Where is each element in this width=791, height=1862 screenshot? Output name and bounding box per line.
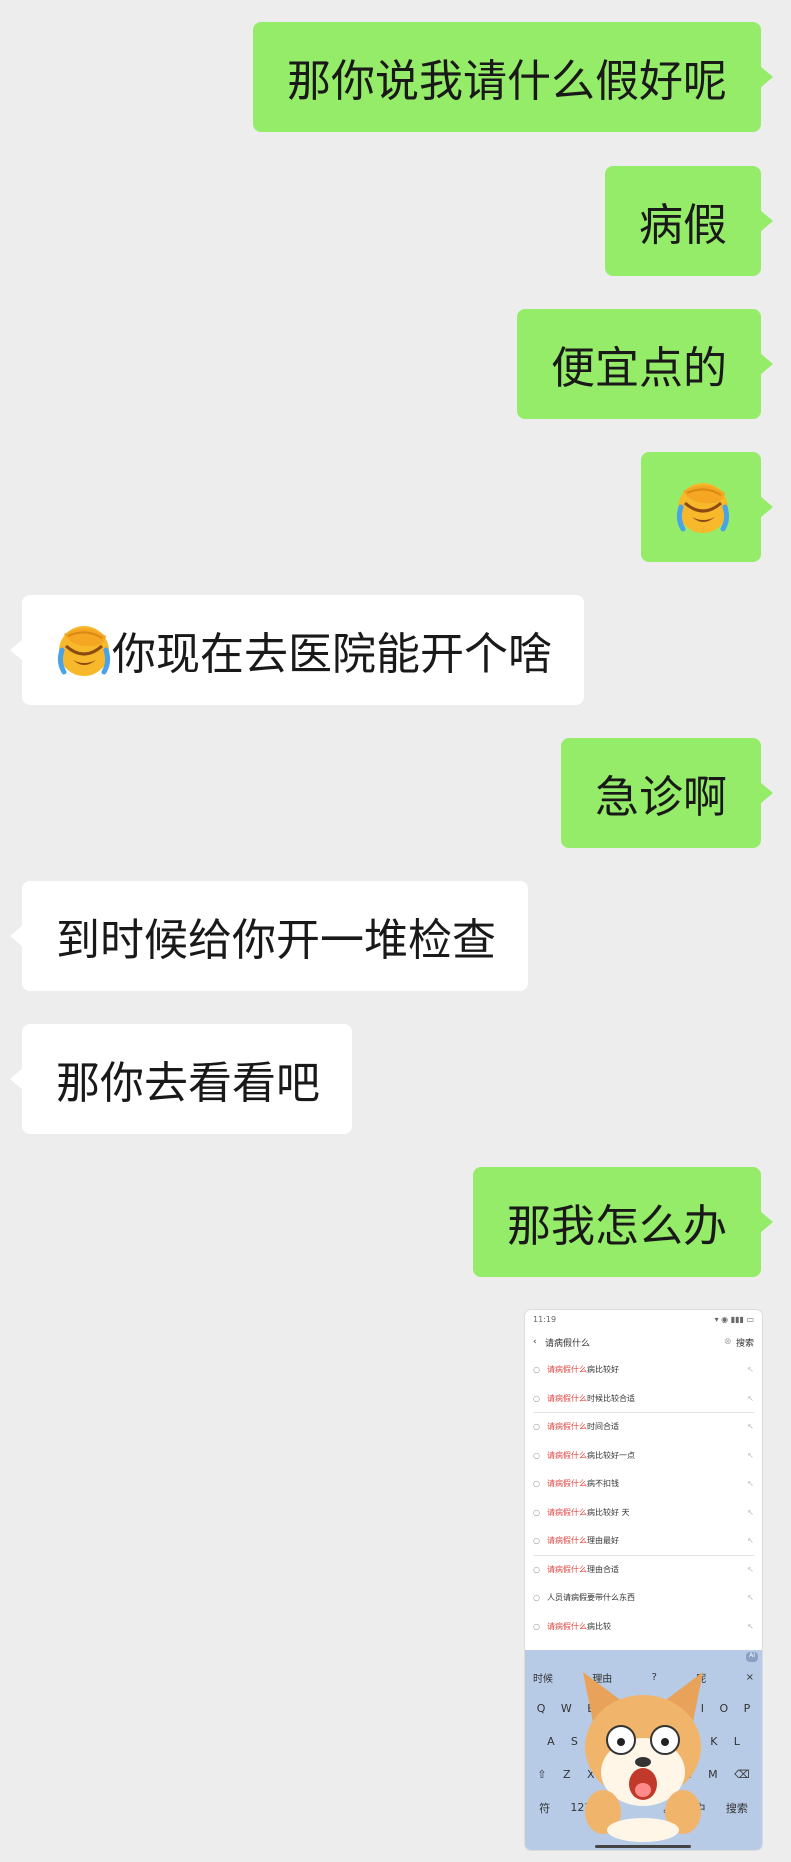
search-icon: ○ — [533, 1365, 540, 1375]
message-text: 到时候给你开一堆检查 — [56, 915, 496, 966]
list-item: ○ 请病假什么理由最好 ↖ — [533, 1527, 754, 1556]
arrow-icon: ↖ — [747, 1564, 754, 1574]
suggestion-text: 病比较好一点 — [587, 1450, 635, 1460]
suggestion-highlight: 请病假什么 — [547, 1621, 587, 1631]
search-icon: ○ — [533, 1536, 540, 1546]
arrow-icon: ↖ — [747, 1507, 754, 1517]
search-icon: ○ — [533, 1564, 540, 1574]
search-icon: ○ — [533, 1507, 540, 1517]
phone-keyboard: AI 时候 理由 ? 呢 × Q W E R T Y U I O P A — [525, 1650, 762, 1850]
keyboard-badge: AI — [746, 1652, 758, 1662]
list-item: ○ 请病假什么病比较好一点 ↖ — [533, 1442, 754, 1471]
suggestion-highlight: 请病假什么 — [547, 1422, 587, 1432]
message-bubble-sent[interactable]: 病假 — [605, 166, 773, 276]
message-text: 急诊啊 — [595, 772, 727, 823]
list-item: ○ 请病假什么时候比较合适 ↖ — [533, 1385, 754, 1413]
suggestion-highlight: 请病假什么 — [547, 1564, 587, 1574]
back-icon: ‹ — [533, 1337, 537, 1347]
suggestion-text: 病比较好 — [587, 1365, 619, 1375]
key: L — [733, 1735, 740, 1748]
message-bubble-sent[interactable] — [641, 452, 773, 562]
suggestion-text: 理由合适 — [587, 1564, 619, 1574]
message-bubble-received[interactable]: 到时候给你开一堆检查 — [10, 881, 528, 991]
message-text: 你现在去医院能开个啥 — [112, 629, 552, 680]
search-icon: ○ — [533, 1450, 540, 1460]
list-item: ○ 请病假什么理由合适 ↖ — [533, 1556, 754, 1585]
message-text: 病假 — [639, 200, 727, 251]
search-icon: ○ — [533, 1621, 540, 1631]
arrow-icon: ↖ — [747, 1393, 754, 1403]
shocked-dog-sticker-icon — [563, 1662, 723, 1842]
facepalm-emoji-icon — [56, 622, 112, 678]
suggestion-text: 理由最好 — [587, 1536, 619, 1546]
search-icon: ○ — [533, 1479, 540, 1489]
key: A — [547, 1735, 555, 1748]
shift-icon: ⇧ — [537, 1768, 547, 1781]
arrow-icon: ↖ — [747, 1450, 754, 1460]
arrow-icon: ↖ — [747, 1365, 754, 1375]
suggestion-highlight: 请病假什么 — [547, 1365, 587, 1375]
arrow-icon: ↖ — [747, 1593, 754, 1603]
suggestion-text: 病比较好 天 — [587, 1507, 630, 1517]
backspace-icon: ⌫ — [734, 1768, 750, 1781]
suggestion-highlight: 请病假什么 — [547, 1507, 587, 1517]
arrow-icon: ↖ — [747, 1479, 754, 1489]
clear-icon: ⊗ — [723, 1337, 732, 1347]
phone-status-bar: 11:19 ▾ ◉ ▮▮▮ ▭ — [525, 1310, 762, 1328]
list-item: ○ 请病假什么病不扣钱 ↖ — [533, 1470, 754, 1499]
message-text: 便宜点的 — [551, 343, 727, 394]
suggestion-text: 人员请病假要带什么东西 — [547, 1593, 635, 1603]
image-message[interactable]: 11:19 ▾ ◉ ▮▮▮ ▭ ‹ 请病假什么 ⊗ 搜索 ○ 请病假什么病比较好 ↖… — [525, 1310, 762, 1850]
suggestion-text: 时候比较合适 — [587, 1393, 635, 1403]
close-icon: × — [745, 1671, 754, 1683]
list-item: ○ 请病假什么病比较 ↖ — [533, 1613, 754, 1642]
arrow-icon: ↖ — [747, 1422, 754, 1432]
search-button: 搜索 — [735, 1338, 754, 1349]
key: 符 — [539, 1801, 551, 1815]
suggestion-text: 时间合适 — [587, 1422, 619, 1432]
home-indicator — [595, 1845, 691, 1848]
message-bubble-sent[interactable]: 急诊啊 — [561, 738, 773, 848]
suggestion-text: 病比较 — [587, 1621, 611, 1631]
arrow-icon: ↖ — [747, 1536, 754, 1546]
candidate: 时候 — [533, 1673, 553, 1685]
arrow-icon: ↖ — [747, 1621, 754, 1631]
message-text: 那你去看看吧 — [56, 1058, 320, 1109]
search-icon: ○ — [533, 1593, 540, 1603]
status-time: 11:19 — [533, 1314, 557, 1324]
facepalm-emoji-icon — [675, 479, 731, 535]
key: 搜索 — [725, 1801, 748, 1815]
message-bubble-sent[interactable]: 便宜点的 — [517, 309, 773, 419]
status-icons: ▾ ◉ ▮▮▮ ▭ — [714, 1314, 754, 1324]
suggestion-highlight: 请病假什么 — [547, 1536, 587, 1546]
list-item: ○ 请病假什么病比较好 天 ↖ — [533, 1499, 754, 1528]
key: Q — [536, 1702, 546, 1715]
message-bubble-sent[interactable]: 那我怎么办 — [473, 1167, 773, 1277]
suggestion-highlight: 请病假什么 — [547, 1479, 587, 1489]
search-icon: ○ — [533, 1422, 540, 1432]
message-bubble-received[interactable]: 你现在去医院能开个啥 — [10, 595, 584, 705]
phone-search-bar: ‹ 请病假什么 ⊗ 搜索 — [525, 1328, 762, 1356]
suggestion-list: ○ 请病假什么病比较好 ↖ ○ 请病假什么时候比较合适 ↖ ○ 请病假什么时间合适 ↖ ○ 请… — [525, 1356, 762, 1641]
chat-area: 那你说我请什么假好呢 病假 便宜点的 你现在去医院能开个啥 急诊啊 到时候给你开… — [0, 0, 791, 1862]
list-item: ○ 人员请病假要带什么东西 ↖ — [533, 1584, 754, 1613]
list-item: ○ 请病假什么时间合适 ↖ — [533, 1413, 754, 1442]
suggestion-highlight: 请病假什么 — [547, 1393, 587, 1403]
message-bubble-received[interactable]: 那你去看看吧 — [10, 1024, 352, 1134]
search-icon: ○ — [533, 1393, 540, 1403]
list-item: ○ 请病假什么病比较好 ↖ — [533, 1356, 754, 1385]
search-query: 请病假什么 — [545, 1338, 591, 1349]
key: P — [743, 1702, 751, 1715]
message-text: 那我怎么办 — [507, 1201, 727, 1252]
message-text: 那你说我请什么假好呢 — [287, 56, 727, 107]
message-bubble-sent[interactable]: 那你说我请什么假好呢 — [253, 22, 773, 132]
suggestion-text: 病不扣钱 — [587, 1479, 619, 1489]
suggestion-highlight: 请病假什么 — [547, 1450, 587, 1460]
